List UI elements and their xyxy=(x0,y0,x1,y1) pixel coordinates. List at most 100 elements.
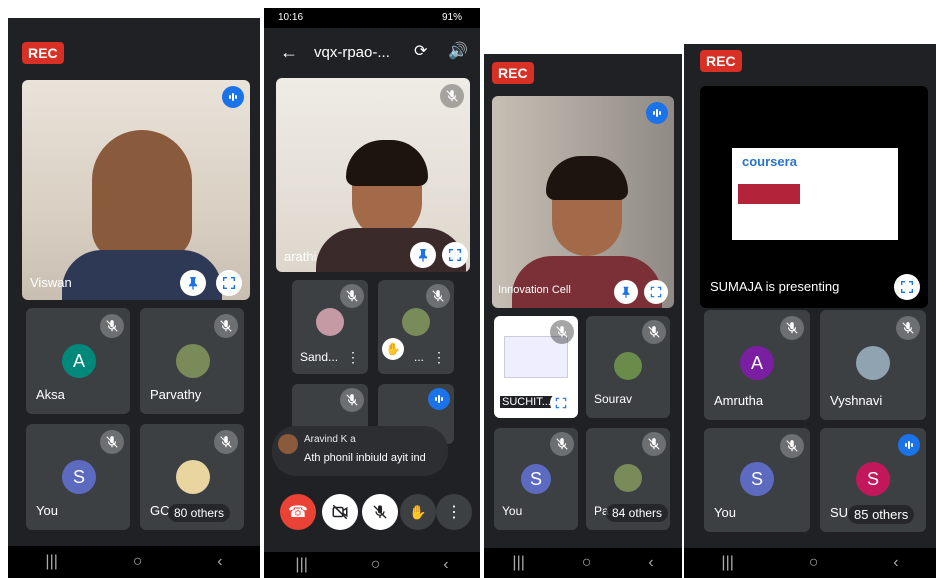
participant-tile[interactable]: S You xyxy=(494,428,578,530)
main-video-tile[interactable]: arathi xyxy=(276,78,470,272)
presentation-tile[interactable]: coursera SUMAJA is presenting xyxy=(700,86,928,308)
back-arrow-icon[interactable]: ← xyxy=(280,42,298,63)
participant-name: Sand... xyxy=(300,350,339,364)
others-count-badge[interactable]: 84 others xyxy=(606,504,669,522)
mic-off-icon xyxy=(214,430,238,454)
mic-off-icon xyxy=(642,432,666,456)
others-count-badge[interactable]: 80 others xyxy=(168,504,231,522)
participant-name: You xyxy=(36,503,58,518)
chat-sender: Aravind K a xyxy=(304,434,356,445)
participant-tile[interactable]: Pa 84 others xyxy=(586,428,670,530)
main-video-tile[interactable]: Viswan xyxy=(22,80,250,300)
participant-name: SU xyxy=(830,505,849,520)
home-icon[interactable]: ○ xyxy=(809,554,819,572)
mic-off-icon xyxy=(100,314,124,338)
participant-video xyxy=(92,130,192,260)
recents-icon[interactable]: ||| xyxy=(45,553,57,571)
meet-screen-1: REC Viswan A Aksa Parvathy S You GC 80 o… xyxy=(8,18,260,578)
chat-message: Ath phonil inbiuld ayit ind xyxy=(304,452,426,464)
others-count-badge[interactable]: 85 others xyxy=(848,505,915,524)
participant-name: You xyxy=(502,504,523,518)
recents-icon[interactable]: ||| xyxy=(295,556,307,574)
back-icon[interactable]: ‹ xyxy=(648,554,653,572)
camera-off-icon xyxy=(332,504,348,520)
pin-button[interactable] xyxy=(410,242,436,268)
mic-off-icon xyxy=(780,316,804,340)
participant-name: Amrutha xyxy=(714,393,764,408)
recording-badge: REC xyxy=(22,42,64,64)
avatar xyxy=(856,346,890,380)
participant-tile[interactable]: S You xyxy=(26,424,130,530)
android-nav-bar: ||| ○ ‹ xyxy=(684,548,936,578)
more-options-icon[interactable]: ⋮ xyxy=(346,349,360,366)
back-icon[interactable]: ‹ xyxy=(893,554,898,572)
participant-name: GC xyxy=(150,503,170,518)
participant-tile[interactable]: Sand... ⋮ xyxy=(292,280,368,374)
mic-off-button[interactable] xyxy=(362,494,398,530)
recording-badge: REC xyxy=(492,62,534,84)
fullscreen-button[interactable] xyxy=(894,274,920,300)
status-time: 10:16 xyxy=(278,12,304,23)
pin-button[interactable] xyxy=(614,280,638,304)
mic-off-icon xyxy=(642,320,666,344)
avatar: A xyxy=(62,344,96,378)
fullscreen-button[interactable] xyxy=(644,280,668,304)
home-icon[interactable]: ○ xyxy=(133,553,143,571)
participant-tile[interactable]: Parvathy xyxy=(140,308,244,414)
avatar xyxy=(176,344,210,378)
raise-hand-button[interactable]: ✋ xyxy=(400,494,436,530)
main-video-tile[interactable]: Innovation Cell xyxy=(492,96,674,308)
participant-tile[interactable]: S You xyxy=(704,428,810,532)
participant-tile[interactable]: A Amrutha xyxy=(704,310,810,420)
speaking-indicator-icon xyxy=(222,86,244,108)
participant-tile[interactable]: Vyshnavi xyxy=(820,310,926,420)
shared-slide: coursera xyxy=(732,148,898,240)
more-options-button[interactable]: ⋮ xyxy=(436,494,472,530)
avatar xyxy=(402,308,430,336)
recording-badge: REC xyxy=(700,50,742,72)
participant-name: You xyxy=(714,505,736,520)
participant-name: Innovation Cell xyxy=(498,284,571,296)
more-options-icon[interactable]: ⋮ xyxy=(432,349,446,366)
participant-tile[interactable]: A Aksa xyxy=(26,308,130,414)
mic-off-icon xyxy=(896,316,920,340)
back-icon[interactable]: ‹ xyxy=(443,556,448,574)
avatar: S xyxy=(740,462,774,496)
home-icon[interactable]: ○ xyxy=(371,556,381,574)
avatar: S xyxy=(62,460,96,494)
meeting-code[interactable]: vqx-rpao-... xyxy=(314,44,390,61)
avatar xyxy=(176,460,210,494)
avatar xyxy=(316,308,344,336)
fullscreen-button[interactable] xyxy=(550,392,572,414)
participant-tile[interactable]: Sourav xyxy=(586,316,670,418)
back-icon[interactable]: ‹ xyxy=(217,553,222,571)
pin-button[interactable] xyxy=(180,270,206,296)
meet-screen-3: REC Innovation Cell SUCHIT... Sourav S Y… xyxy=(484,54,682,578)
participant-name: SUCHIT... xyxy=(500,396,553,408)
fullscreen-button[interactable] xyxy=(442,242,468,268)
participant-hair xyxy=(346,140,428,186)
mic-off-icon xyxy=(373,505,387,519)
recents-icon[interactable]: ||| xyxy=(721,554,733,572)
participant-tile[interactable]: SUCHIT... xyxy=(494,316,578,418)
participant-tile[interactable]: S SU 85 others xyxy=(820,428,926,532)
recents-icon[interactable]: ||| xyxy=(512,554,524,572)
mic-off-icon xyxy=(550,432,574,456)
speaker-icon[interactable]: 🔊 xyxy=(448,41,468,61)
participant-tile[interactable]: ✋ ... ⋮ xyxy=(378,280,454,374)
participant-name: Viswan xyxy=(30,275,72,290)
participant-name: Parvathy xyxy=(150,387,202,402)
camera-switch-icon[interactable]: ⟳ xyxy=(414,41,427,61)
home-icon[interactable]: ○ xyxy=(582,554,592,572)
fullscreen-button[interactable] xyxy=(216,270,242,296)
end-call-button[interactable]: ☎ xyxy=(280,494,316,530)
camera-off-button[interactable] xyxy=(322,494,358,530)
participant-body xyxy=(512,256,662,308)
avatar xyxy=(614,464,642,492)
participant-hair xyxy=(546,156,628,200)
chat-toast[interactable]: Aravind K a Ath phonil inbiuld ayit ind xyxy=(272,426,448,476)
sender-avatar xyxy=(278,434,298,454)
mic-off-icon xyxy=(340,388,364,412)
participant-tile[interactable]: GC 80 others xyxy=(140,424,244,530)
slide-banner xyxy=(738,184,800,204)
